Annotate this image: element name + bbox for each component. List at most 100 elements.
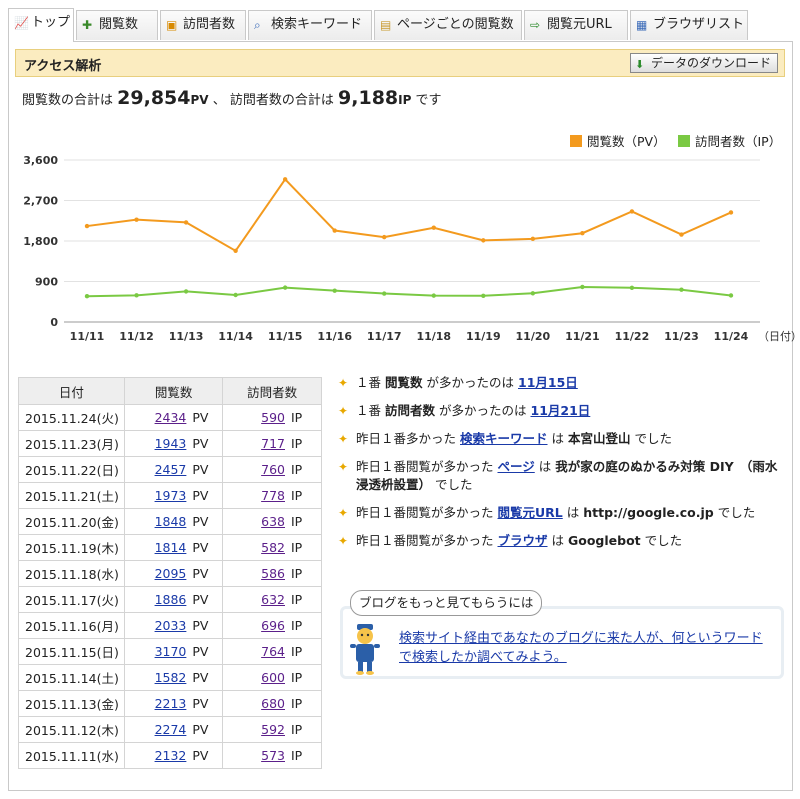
tab-page-views[interactable]: ▤ ページごとの閲覧数 — [374, 10, 522, 40]
table-row: 2015.11.22(日) 2457 PV 760 IP — [18, 456, 322, 483]
legend-label: 閲覧数（PV） — [587, 134, 666, 149]
visitors-cell: 638 IP — [222, 508, 322, 535]
views-link[interactable]: 2457 — [155, 462, 187, 477]
note-text: でした — [634, 431, 673, 446]
views-link[interactable]: 2213 — [155, 696, 187, 711]
visitors-link[interactable]: 632 — [261, 592, 285, 607]
date-cell: 2015.11.16(月) — [18, 612, 125, 639]
tab-top[interactable]: 📈 トップ — [8, 8, 74, 42]
date-cell: 2015.11.24(火) — [18, 404, 125, 431]
note-text: が多かったのは — [426, 375, 515, 390]
pv-unit: PV — [192, 540, 209, 555]
views-link[interactable]: 3170 — [155, 644, 187, 659]
data-point — [183, 289, 189, 294]
views-cell: 1943 PV — [123, 430, 224, 457]
views-link[interactable]: 2095 — [155, 566, 187, 581]
note-text: でした — [435, 477, 473, 492]
visitors-link[interactable]: 573 — [261, 748, 285, 763]
data-point — [728, 293, 734, 298]
note-text: は — [551, 533, 565, 548]
section-header: アクセス解析 ⬇ データのダウンロード — [15, 49, 785, 77]
visitors-link[interactable]: 590 — [261, 410, 285, 425]
views-link[interactable]: 1582 — [155, 670, 187, 685]
visitors-cell: 717 IP — [222, 430, 322, 457]
data-point — [629, 209, 635, 214]
visitors-link[interactable]: 760 — [261, 462, 285, 477]
highlight-item: ✦ 昨日１番閲覧が多かった ブラウザ は Googlebot でした — [336, 532, 786, 550]
views-cell: 2033 PV — [123, 612, 224, 639]
views-link[interactable]: 1848 — [155, 514, 187, 529]
visitors-link[interactable]: 586 — [261, 566, 285, 581]
note-text: が多かったのは — [439, 403, 527, 418]
data-point — [580, 284, 585, 290]
visitors-link[interactable]: 582 — [261, 540, 285, 555]
download-button[interactable]: ⬇ データのダウンロード — [629, 53, 778, 73]
views-link[interactable]: 2434 — [155, 410, 187, 425]
views-link[interactable]: 2274 — [155, 722, 187, 737]
tip-link[interactable]: 検索サイト経由であなたのブログに来た人が、何というワードで検索したか調べてみよう… — [399, 629, 769, 667]
ip-unit: IP — [291, 488, 303, 503]
tab-search-keyword[interactable]: ⌕ 検索キーワード — [248, 10, 372, 40]
visitors-link[interactable]: 717 — [261, 436, 285, 451]
tab-browser-list[interactable]: ▦ ブラウザリスト — [630, 10, 748, 40]
totals-summary: 閲覧数の合計は 29,854PV 、 訪問者数の合計は 9,188IP です — [22, 87, 442, 109]
x-tick-label: 11/20 — [516, 330, 551, 343]
table-row: 2015.11.19(木) 1814 PV 582 IP — [18, 534, 322, 561]
views-link[interactable]: 2132 — [155, 748, 187, 763]
views-link[interactable]: 1814 — [155, 540, 187, 555]
note-metric: 閲覧数 — [385, 375, 423, 390]
tab-bar: 📈 トップ ✚ 閲覧数 ▣ 訪問者数 ⌕ 検索キーワード ▤ ページごとの閲覧数… — [8, 8, 793, 42]
note-link[interactable]: 検索キーワード — [460, 431, 548, 446]
visitors-cell: 600 IP — [222, 664, 322, 691]
tab-views[interactable]: ✚ 閲覧数 — [76, 10, 158, 40]
views-cell: 2213 PV — [123, 690, 224, 717]
daily-stats-table: 日付 閲覧数 訪問者数 2015.11.24(火) 2434 PV 590 IP 20… — [18, 377, 322, 769]
visitors-link[interactable]: 696 — [261, 618, 285, 633]
views-link[interactable]: 1943 — [155, 436, 187, 451]
summary-suffix: です — [415, 93, 442, 108]
note-link[interactable]: ブラウザ — [498, 533, 548, 548]
views-link[interactable]: 2033 — [155, 618, 187, 633]
data-point — [134, 217, 139, 222]
views-link[interactable]: 1973 — [155, 488, 187, 503]
x-tick-label: 11/22 — [615, 330, 650, 343]
table-row: 2015.11.11(水) 2132 PV 573 IP — [18, 742, 322, 769]
data-point — [183, 220, 189, 225]
views-link[interactable]: 1886 — [155, 592, 187, 607]
visitors-link[interactable]: 600 — [261, 670, 285, 685]
pv-unit: PV — [192, 722, 209, 737]
data-point — [629, 285, 635, 290]
visitors-link[interactable]: 592 — [261, 722, 285, 737]
note-link[interactable]: 閲覧元URL — [498, 505, 563, 520]
visitors-link[interactable]: 638 — [261, 514, 285, 529]
note-link[interactable]: 11月21日 — [531, 403, 591, 418]
table-row: 2015.11.18(水) 2095 PV 586 IP — [18, 560, 322, 587]
table-row: 2015.11.20(金) 1848 PV 638 IP — [18, 508, 322, 535]
pv-unit: PV — [192, 696, 209, 711]
views-cell: 1886 PV — [123, 586, 224, 613]
data-point — [431, 225, 436, 230]
note-link[interactable]: ページ — [498, 459, 535, 474]
visitors-link[interactable]: 764 — [261, 644, 285, 659]
data-point — [134, 293, 139, 298]
visitors-link[interactable]: 680 — [261, 696, 285, 711]
data-point — [530, 236, 536, 242]
pv-unit: PV — [192, 488, 209, 503]
note-link[interactable]: 11月15日 — [518, 375, 578, 390]
views-cell: 1814 PV — [123, 534, 224, 561]
y-tick-label: 2,700 — [23, 195, 58, 208]
x-tick-label: 11/15 — [268, 330, 303, 343]
data-point — [382, 234, 387, 240]
pv-total: 29,854 — [117, 87, 191, 109]
x-tick-label: 11/24 — [714, 330, 749, 343]
tab-referrer-url[interactable]: ⇨ 閲覧元URL — [524, 10, 628, 40]
referrer-icon: ⇨ — [530, 18, 541, 32]
sparkle-icon: ✦ — [338, 506, 349, 520]
visitors-link[interactable]: 778 — [261, 488, 285, 503]
legend-swatch — [570, 135, 582, 147]
table-row: 2015.11.12(木) 2274 PV 592 IP — [18, 716, 322, 743]
data-point — [728, 210, 734, 215]
column-header-views: 閲覧数 — [123, 377, 224, 405]
visitors-cell: 632 IP — [222, 586, 322, 613]
tab-visitors[interactable]: ▣ 訪問者数 — [160, 10, 246, 40]
